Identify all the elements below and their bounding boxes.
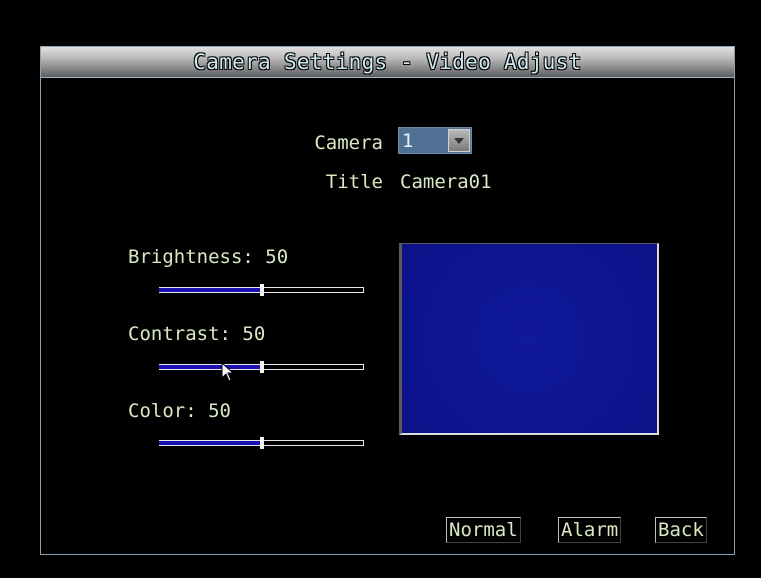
contrast-value: 50 (242, 323, 266, 345)
contrast-label-text: Contrast: (128, 323, 231, 345)
contrast-label: Contrast: 50 (128, 323, 265, 345)
video-preview (399, 243, 659, 435)
dropdown-arrow-icon[interactable] (448, 129, 470, 152)
title-bar: Camera Settings - Video Adjust (41, 47, 734, 78)
color-label: Color: 50 (128, 400, 231, 422)
slider-fill (159, 288, 262, 292)
color-label-text: Color: (128, 400, 197, 422)
brightness-label: Brightness: 50 (128, 246, 288, 268)
slider-thumb[interactable] (260, 284, 264, 296)
color-slider[interactable] (159, 437, 364, 449)
title-label: Title (325, 171, 383, 193)
brightness-value: 50 (265, 246, 289, 268)
window-title: Camera Settings - Video Adjust (193, 50, 582, 74)
video-adjust-window: Camera Settings - Video Adjust Camera 1 … (40, 46, 735, 555)
camera-label: Camera (314, 132, 383, 154)
normal-button[interactable]: Normal (446, 517, 521, 543)
mouse-pointer-icon (221, 362, 235, 382)
alarm-button[interactable]: Alarm (558, 517, 622, 543)
slider-thumb[interactable] (260, 437, 264, 449)
slider-fill (159, 441, 262, 445)
back-button[interactable]: Back (655, 517, 707, 543)
brightness-slider[interactable] (159, 284, 364, 296)
color-value: 50 (208, 400, 231, 422)
contrast-slider[interactable] (159, 361, 364, 373)
title-value[interactable]: Camera01 (400, 171, 492, 193)
slider-thumb[interactable] (260, 361, 264, 373)
brightness-label-text: Brightness: (128, 246, 254, 268)
camera-select-value: 1 (402, 130, 414, 152)
slider-fill (159, 365, 262, 369)
camera-select[interactable]: 1 (398, 127, 472, 154)
